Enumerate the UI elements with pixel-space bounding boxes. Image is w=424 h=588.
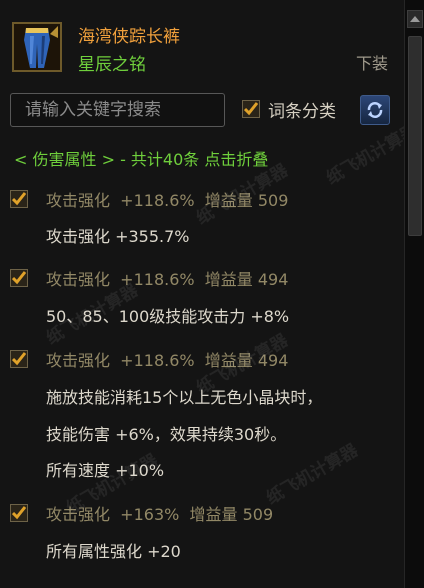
entry-text: 所有属性强化 +20 <box>46 542 181 561</box>
item-set-name: 星辰之铭 <box>78 55 146 75</box>
entry-checkbox[interactable] <box>10 269 28 287</box>
check-icon <box>244 102 258 116</box>
entry-checkbox[interactable] <box>10 190 28 208</box>
entry-title: 攻击强化 +118.6% 增益量 509 <box>46 191 289 210</box>
item-detail-panel: 海湾侠踪长裤 星辰之铭 下装 词条分类 < 伤害属性 > - 共计40条 点击折… <box>0 0 421 588</box>
check-icon <box>12 271 26 285</box>
entry-title: 攻击强化 +118.6% 增益量 494 <box>46 351 289 370</box>
group-header-toggle[interactable]: < 伤害属性 > - 共计40条 点击折叠 <box>14 146 268 170</box>
refresh-icon <box>367 102 383 118</box>
check-icon <box>12 352 26 366</box>
entry-checkbox[interactable] <box>10 350 28 368</box>
entry-title: 攻击强化 +118.6% 增益量 494 <box>46 270 289 289</box>
item-name: 海湾侠踪长裤 <box>78 27 180 47</box>
check-icon <box>12 192 26 206</box>
trousers-icon[interactable] <box>12 22 62 72</box>
entry-text: 所有速度 +10% <box>46 461 165 480</box>
check-icon <box>12 506 26 520</box>
refresh-button[interactable] <box>360 95 390 125</box>
equip-slot-button[interactable]: 下装 <box>356 50 388 74</box>
scroll-thumb[interactable] <box>408 36 422 236</box>
entry-text: 技能伤害 +6%，效果持续30秒。 <box>46 425 287 444</box>
entry-text: 攻击强化 +355.7% <box>46 227 190 246</box>
scroll-up-button[interactable] <box>407 10 423 28</box>
filter-label: 词条分类 <box>268 102 336 122</box>
entry-checkbox[interactable] <box>10 504 28 522</box>
filter-checkbox[interactable] <box>242 100 260 118</box>
entry-title: 攻击强化 +163% 增益量 509 <box>46 505 274 524</box>
entry-text: 50、85、100级技能攻击力 +8% <box>46 307 290 326</box>
arrow-up-icon <box>410 16 420 22</box>
list-bottom-edge <box>0 572 404 588</box>
scrollbar[interactable] <box>404 0 424 588</box>
entry-text: 施放技能消耗15个以上无色小晶块时， <box>46 388 323 407</box>
watermark: 纸飞机计算器 <box>263 440 362 509</box>
search-input[interactable] <box>10 93 225 127</box>
